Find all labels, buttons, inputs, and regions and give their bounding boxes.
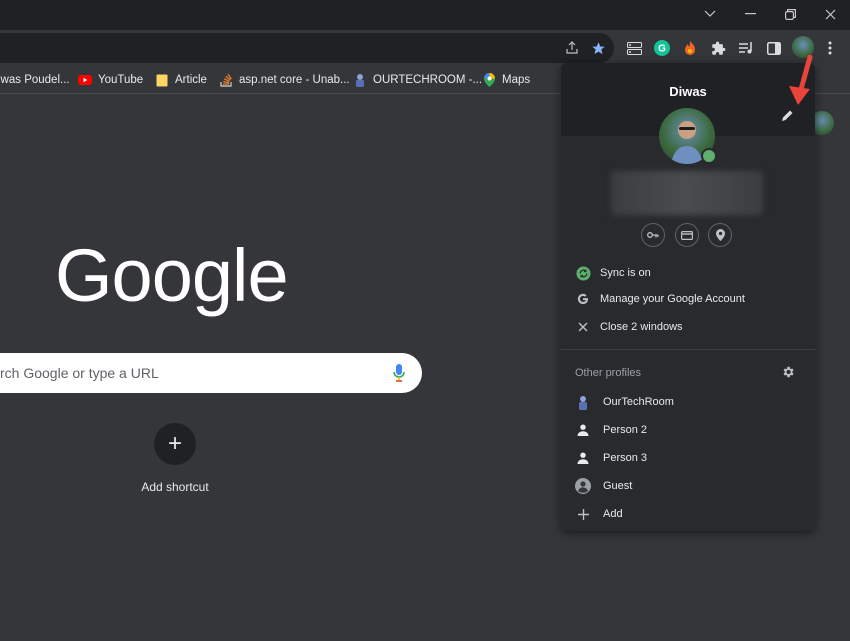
close-icon	[575, 319, 591, 335]
key-icon[interactable]	[641, 223, 665, 247]
bookmark-label: Maps	[502, 74, 531, 86]
person-icon	[575, 422, 591, 438]
gear-icon[interactable]	[781, 365, 795, 379]
google-g-icon	[575, 291, 591, 307]
bookmark-label: asp.net core - Unab...	[239, 74, 350, 86]
profile-guest[interactable]: Guest	[561, 474, 815, 498]
menu-icon[interactable]	[820, 38, 840, 58]
menu-label: Person 3	[603, 452, 648, 464]
star-icon[interactable]	[588, 38, 608, 58]
bookmark-stackoverflow[interactable]: asp.net core - Unab...	[219, 71, 350, 89]
bookmark-maps[interactable]: Maps	[482, 71, 530, 89]
share-icon[interactable]	[562, 38, 582, 58]
youtube-icon	[78, 73, 92, 87]
bookmark-article[interactable]: Article	[155, 71, 207, 89]
menu-label: Sync is on	[600, 267, 651, 279]
sync-badge-icon	[701, 148, 717, 164]
bookmark-item[interactable]: iwas Poudel...	[0, 71, 70, 89]
stackoverflow-icon	[219, 73, 233, 87]
divider	[561, 349, 815, 350]
profile-name: Diwas	[669, 84, 707, 99]
red-arrow-annotation	[780, 54, 820, 110]
manage-google-account-row[interactable]: Manage your Google Account	[561, 287, 815, 311]
add-shortcut-label[interactable]: Add shortcut	[120, 480, 230, 494]
menu-label: OurTechRoom	[603, 396, 674, 408]
address-bar[interactable]	[0, 33, 614, 63]
profile-menu-panel: Diwas Sync is on Manage your Google Acco…	[561, 63, 815, 531]
bookmark-label: Article	[175, 74, 207, 86]
maps-icon	[482, 73, 496, 87]
menu-label: Person 2	[603, 424, 648, 436]
tab-search-icon[interactable]	[624, 38, 644, 58]
menu-label: Guest	[603, 480, 633, 492]
pencil-icon[interactable]	[780, 109, 794, 123]
close-window-button[interactable]	[810, 0, 850, 28]
bookmark-label: iwas Poudel...	[0, 74, 70, 86]
add-profile-row[interactable]: Add	[561, 502, 815, 526]
profile-ourtechroom[interactable]: OurTechRoom	[561, 390, 815, 414]
add-icon	[575, 506, 591, 522]
person-icon	[575, 450, 591, 466]
payment-card-icon[interactable]	[675, 223, 699, 247]
plus-icon: +	[167, 430, 182, 457]
profile-person-2[interactable]: Person 2	[561, 418, 815, 442]
menu-label: Close 2 windows	[600, 321, 683, 333]
svg-text:G: G	[658, 44, 666, 55]
reading-list-icon[interactable]	[736, 38, 756, 58]
search-placeholder: rch Google or type a URL	[0, 365, 159, 381]
grammarly-icon[interactable]: G	[652, 38, 672, 58]
title-bar	[0, 0, 850, 30]
sync-status-row[interactable]: Sync is on	[561, 261, 815, 285]
microphone-icon[interactable]	[392, 363, 406, 383]
ourtechroom-icon	[353, 73, 367, 87]
bookmark-label: YouTube	[98, 74, 144, 86]
restore-button[interactable]	[770, 0, 810, 28]
add-shortcut-button[interactable]: +	[154, 423, 196, 465]
bookmark-ourtechroom[interactable]: OURTECHROOM -...	[353, 71, 482, 89]
menu-label: Add	[603, 508, 623, 520]
other-profiles-heading: Other profiles	[575, 367, 642, 379]
search-input[interactable]: rch Google or type a URL	[0, 353, 422, 393]
google-logo: Google	[55, 234, 289, 317]
bookmark-youtube[interactable]: YouTube	[78, 71, 143, 89]
blurred-email	[611, 171, 763, 215]
guest-icon	[575, 478, 591, 494]
ourtechroom-avatar-icon	[575, 394, 591, 410]
location-pin-icon[interactable]	[708, 223, 732, 247]
fire-extension-icon[interactable]	[680, 38, 700, 58]
extensions-icon[interactable]	[708, 38, 728, 58]
sync-icon	[575, 265, 591, 281]
close-windows-row[interactable]: Close 2 windows	[561, 315, 815, 339]
browser-toolbar: G	[0, 30, 850, 66]
bookmark-label: OURTECHROOM -...	[373, 74, 483, 86]
chevron-down-icon[interactable]	[690, 0, 730, 28]
profile-person-3[interactable]: Person 3	[561, 446, 815, 470]
minimize-button[interactable]	[730, 0, 770, 28]
folder-icon	[155, 73, 169, 87]
menu-label: Manage your Google Account	[600, 293, 745, 305]
